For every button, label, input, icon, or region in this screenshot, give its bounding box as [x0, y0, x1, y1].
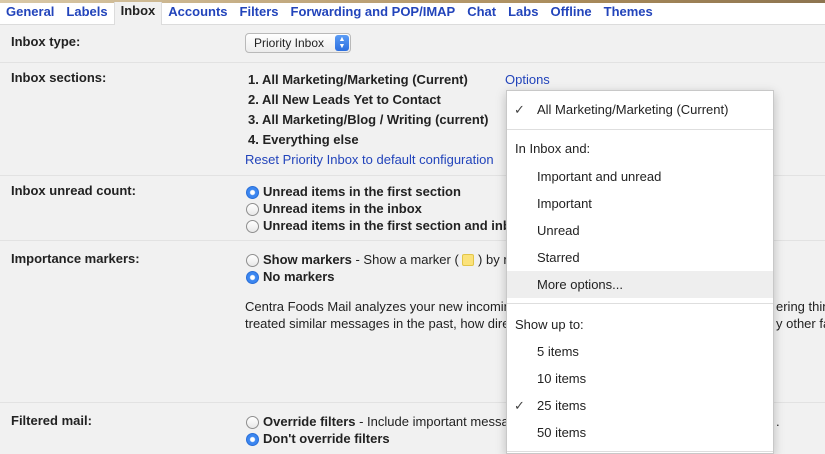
- tab-themes[interactable]: Themes: [598, 3, 659, 25]
- section-options-menu: ✓ All Marketing/Marketing (Current) In I…: [506, 90, 774, 454]
- unread-first-section-and-inbox-label: Unread items in the first section and in…: [263, 218, 511, 233]
- menu-item-unread[interactable]: Unread: [507, 217, 773, 244]
- unread-first-section-and-inbox-radio[interactable]: [246, 220, 259, 233]
- checkmark-icon: ✓: [514, 398, 525, 413]
- tab-labs[interactable]: Labs: [502, 3, 544, 25]
- importance-paragraph-line2-right: y other fa: [776, 316, 825, 331]
- unread-count-label: Inbox unread count:: [11, 183, 136, 198]
- override-filters-text: Override filters - Include important mes…: [263, 414, 509, 429]
- menu-item-10-items[interactable]: 10 items: [507, 365, 773, 392]
- unread-inbox-radio[interactable]: [246, 203, 259, 216]
- tab-general[interactable]: General: [0, 3, 60, 25]
- select-arrows-icon: ▲ ▼: [335, 35, 349, 51]
- menu-separator: [507, 129, 773, 130]
- importance-markers-label: Importance markers:: [11, 251, 140, 266]
- menu-item-more-options[interactable]: More options...: [507, 271, 773, 298]
- importance-paragraph-line2: treated similar messages in the past, ho…: [245, 316, 510, 331]
- section-item-4: 4. Everything else: [248, 132, 359, 147]
- tab-chat[interactable]: Chat: [461, 3, 502, 25]
- no-markers-radio[interactable]: [246, 271, 259, 284]
- show-markers-radio[interactable]: [246, 254, 259, 267]
- menu-item-starred[interactable]: Starred: [507, 244, 773, 271]
- menu-separator: [507, 451, 773, 452]
- override-filters-radio[interactable]: [246, 416, 259, 429]
- menu-item-important-and-unread[interactable]: Important and unread: [507, 163, 773, 190]
- menu-item-50-items[interactable]: 50 items: [507, 419, 773, 446]
- menu-item-important[interactable]: Important: [507, 190, 773, 217]
- section-item-1: 1. All Marketing/Marketing (Current): [248, 72, 468, 87]
- importance-marker-icon: [462, 254, 475, 266]
- override-filters-tail: .: [776, 414, 780, 429]
- tab-forwarding-pop-imap[interactable]: Forwarding and POP/IMAP: [285, 3, 462, 25]
- tab-labels[interactable]: Labels: [60, 3, 113, 25]
- settings-tabs: General Labels Inbox Accounts Filters Fo…: [0, 2, 825, 25]
- section-item-3: 3. All Marketing/Blog / Writing (current…: [248, 112, 489, 127]
- tab-offline[interactable]: Offline: [544, 3, 597, 25]
- inbox-sections-label: Inbox sections:: [11, 70, 107, 85]
- menu-item-current-section[interactable]: ✓ All Marketing/Marketing (Current): [507, 96, 773, 123]
- unread-inbox-label: Unread items in the inbox: [263, 201, 422, 216]
- inbox-type-select[interactable]: Priority Inbox ▲ ▼: [245, 33, 351, 53]
- section-item-2: 2. All New Leads Yet to Contact: [248, 92, 441, 107]
- show-markers-label: Show markers: [263, 252, 352, 267]
- menu-separator: [507, 303, 773, 304]
- tab-accounts[interactable]: Accounts: [162, 3, 233, 25]
- dont-override-filters-radio[interactable]: [246, 433, 259, 446]
- reset-priority-inbox-link[interactable]: Reset Priority Inbox to default configur…: [245, 152, 494, 167]
- inbox-type-row: Inbox type:: [0, 26, 825, 63]
- menu-item-25-items-label: 25 items: [537, 398, 587, 413]
- filtered-mail-label: Filtered mail:: [11, 413, 92, 428]
- tab-filters[interactable]: Filters: [234, 3, 285, 25]
- checkmark-icon: ✓: [514, 102, 525, 117]
- inbox-type-label: Inbox type:: [11, 34, 81, 49]
- inbox-type-selected-value: Priority Inbox: [254, 36, 325, 50]
- menu-item-current-label: All Marketing/Marketing (Current): [537, 102, 729, 117]
- menu-header-in-inbox-and: In Inbox and:: [515, 141, 591, 156]
- dont-override-filters-label: Don't override filters: [263, 431, 390, 446]
- menu-item-5-items[interactable]: 5 items: [507, 338, 773, 365]
- override-filters-desc: - Include important messa: [355, 414, 509, 429]
- tab-inbox[interactable]: Inbox: [113, 2, 163, 25]
- show-markers-text: Show markers - Show a marker ( ) by m: [263, 252, 514, 267]
- importance-paragraph-line1-right: ering thin: [776, 299, 825, 314]
- menu-header-show-up-to: Show up to:: [515, 317, 584, 332]
- unread-first-section-radio[interactable]: [246, 186, 259, 199]
- show-markers-desc: - Show a marker (: [351, 252, 459, 267]
- menu-item-25-items[interactable]: ✓ 25 items: [507, 392, 773, 419]
- importance-paragraph-line1: Centra Foods Mail analyzes your new inco…: [245, 299, 511, 314]
- unread-first-section-label: Unread items in the first section: [263, 184, 461, 199]
- no-markers-label: No markers: [263, 269, 335, 284]
- override-filters-label: Override filters: [263, 414, 356, 429]
- section-options-link[interactable]: Options: [505, 72, 550, 87]
